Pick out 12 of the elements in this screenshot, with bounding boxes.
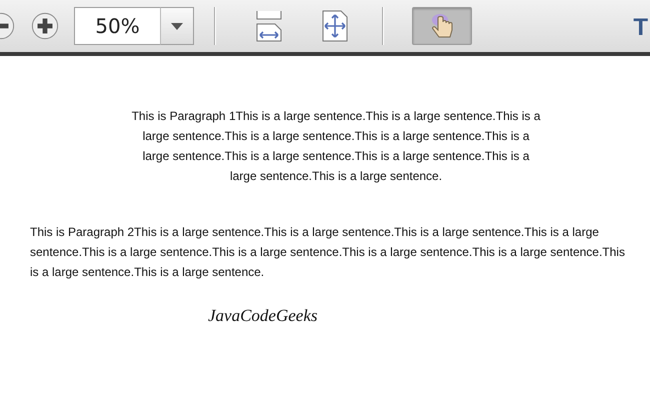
plus-icon (31, 11, 59, 41)
hand-button[interactable] (412, 7, 472, 45)
caret-icon (171, 22, 183, 30)
hand-pointer-icon (429, 12, 455, 40)
zoom-dropdown-button[interactable] (160, 7, 194, 45)
zoom-field[interactable]: 50% (74, 7, 160, 45)
fit-page-icon (322, 10, 348, 42)
paragraph: This is Paragraph 2This is a large sentence.This is a large sentence.This is a large sentence.This is a large sentence.This is a large sentence.This is a large sentence.This is a large sentence.This is a large sentence.This is a large sentence.This is a large sentence. (30, 224, 626, 281)
fit-width-icon (256, 10, 282, 42)
signature-text: JavaCodeGeeks (208, 306, 318, 326)
paragraph: This is Paragraph 1This is a large sentence.This is a large sentence.This is a large sentence.This is a large sentence.This is a large sentence.This is a large sentence.This is a large sentence.This is a large sentence.This is a large sentence.This is a large sentence. (130, 108, 542, 185)
toolbar-label: T (633, 14, 648, 42)
